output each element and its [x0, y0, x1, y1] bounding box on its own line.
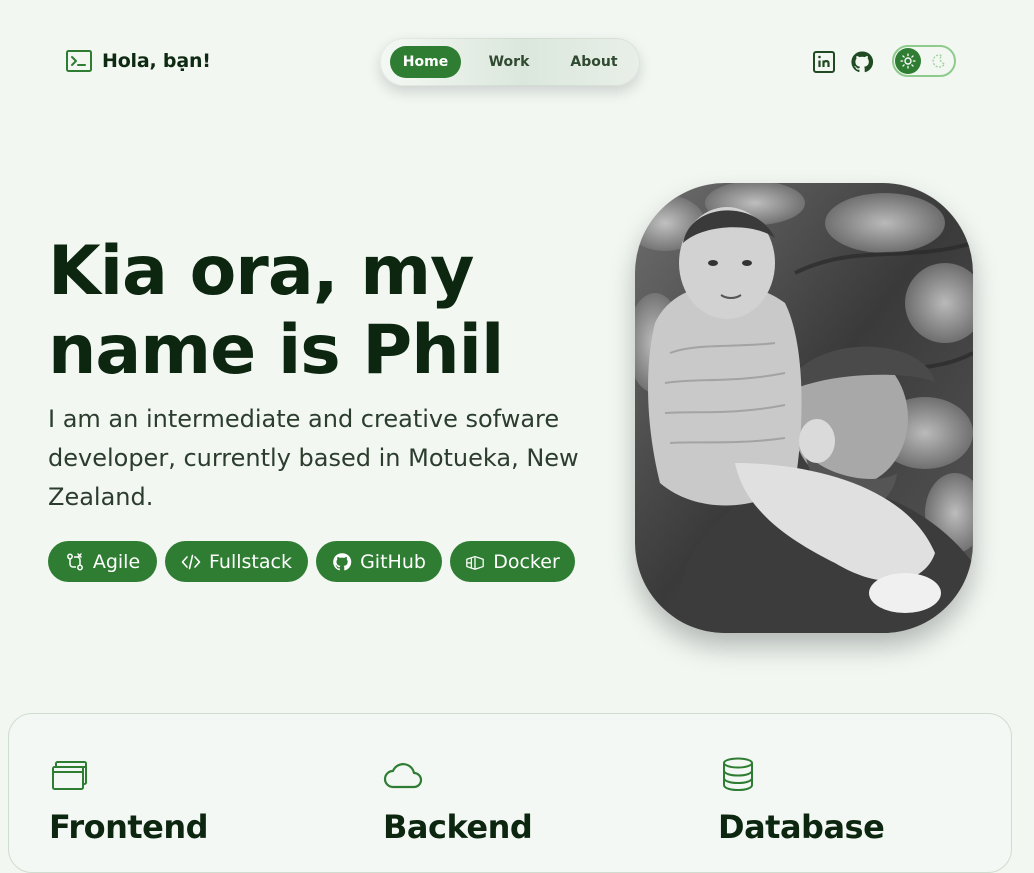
sun-icon	[895, 48, 921, 74]
chip-label: GitHub	[360, 550, 426, 573]
chip-label: Docker	[493, 550, 560, 573]
cloud-icon	[383, 763, 423, 789]
nav-tab-work[interactable]: Work	[474, 46, 544, 78]
chip-docker[interactable]: Docker	[450, 541, 575, 582]
container-icon	[466, 555, 485, 570]
hero-title-line1: Kia ora, my	[48, 232, 474, 311]
moon-icon	[932, 54, 946, 68]
nav-tab-about[interactable]: About	[558, 46, 630, 78]
chip-label: Agile	[92, 550, 141, 573]
chip-agile[interactable]: Agile	[48, 541, 157, 582]
hero-title-line2: name is Phil	[48, 311, 504, 390]
chip-github[interactable]: GitHub	[316, 541, 442, 582]
code-icon	[181, 554, 201, 569]
terminal-icon	[66, 50, 92, 72]
profile-photo	[635, 183, 973, 633]
services-card	[8, 713, 1012, 873]
github-icon	[333, 552, 352, 570]
chip-fullstack[interactable]: Fullstack	[165, 541, 308, 582]
service-title-backend: Backend	[383, 808, 533, 846]
git-compare-icon	[66, 552, 83, 570]
brand-link[interactable]: Hola, bạn!	[66, 50, 211, 72]
nav-tab-home[interactable]: Home	[390, 46, 461, 78]
service-title-frontend: Frontend	[49, 808, 209, 846]
main-nav: Home Work About	[380, 38, 640, 86]
hero-intro: I am an intermediate and creative sofwar…	[48, 405, 579, 511]
brand-name: Hola, bạn!	[102, 50, 211, 72]
theme-toggle[interactable]	[892, 45, 956, 77]
linkedin-icon[interactable]	[812, 50, 836, 74]
browser-windows-icon	[52, 761, 87, 790]
service-title-database: Database	[718, 808, 885, 846]
database-icon	[723, 757, 753, 791]
github-icon[interactable]	[850, 50, 874, 74]
chip-label: Fullstack	[209, 550, 292, 573]
hero-title: Kia ora, my name is Phil	[48, 232, 608, 390]
